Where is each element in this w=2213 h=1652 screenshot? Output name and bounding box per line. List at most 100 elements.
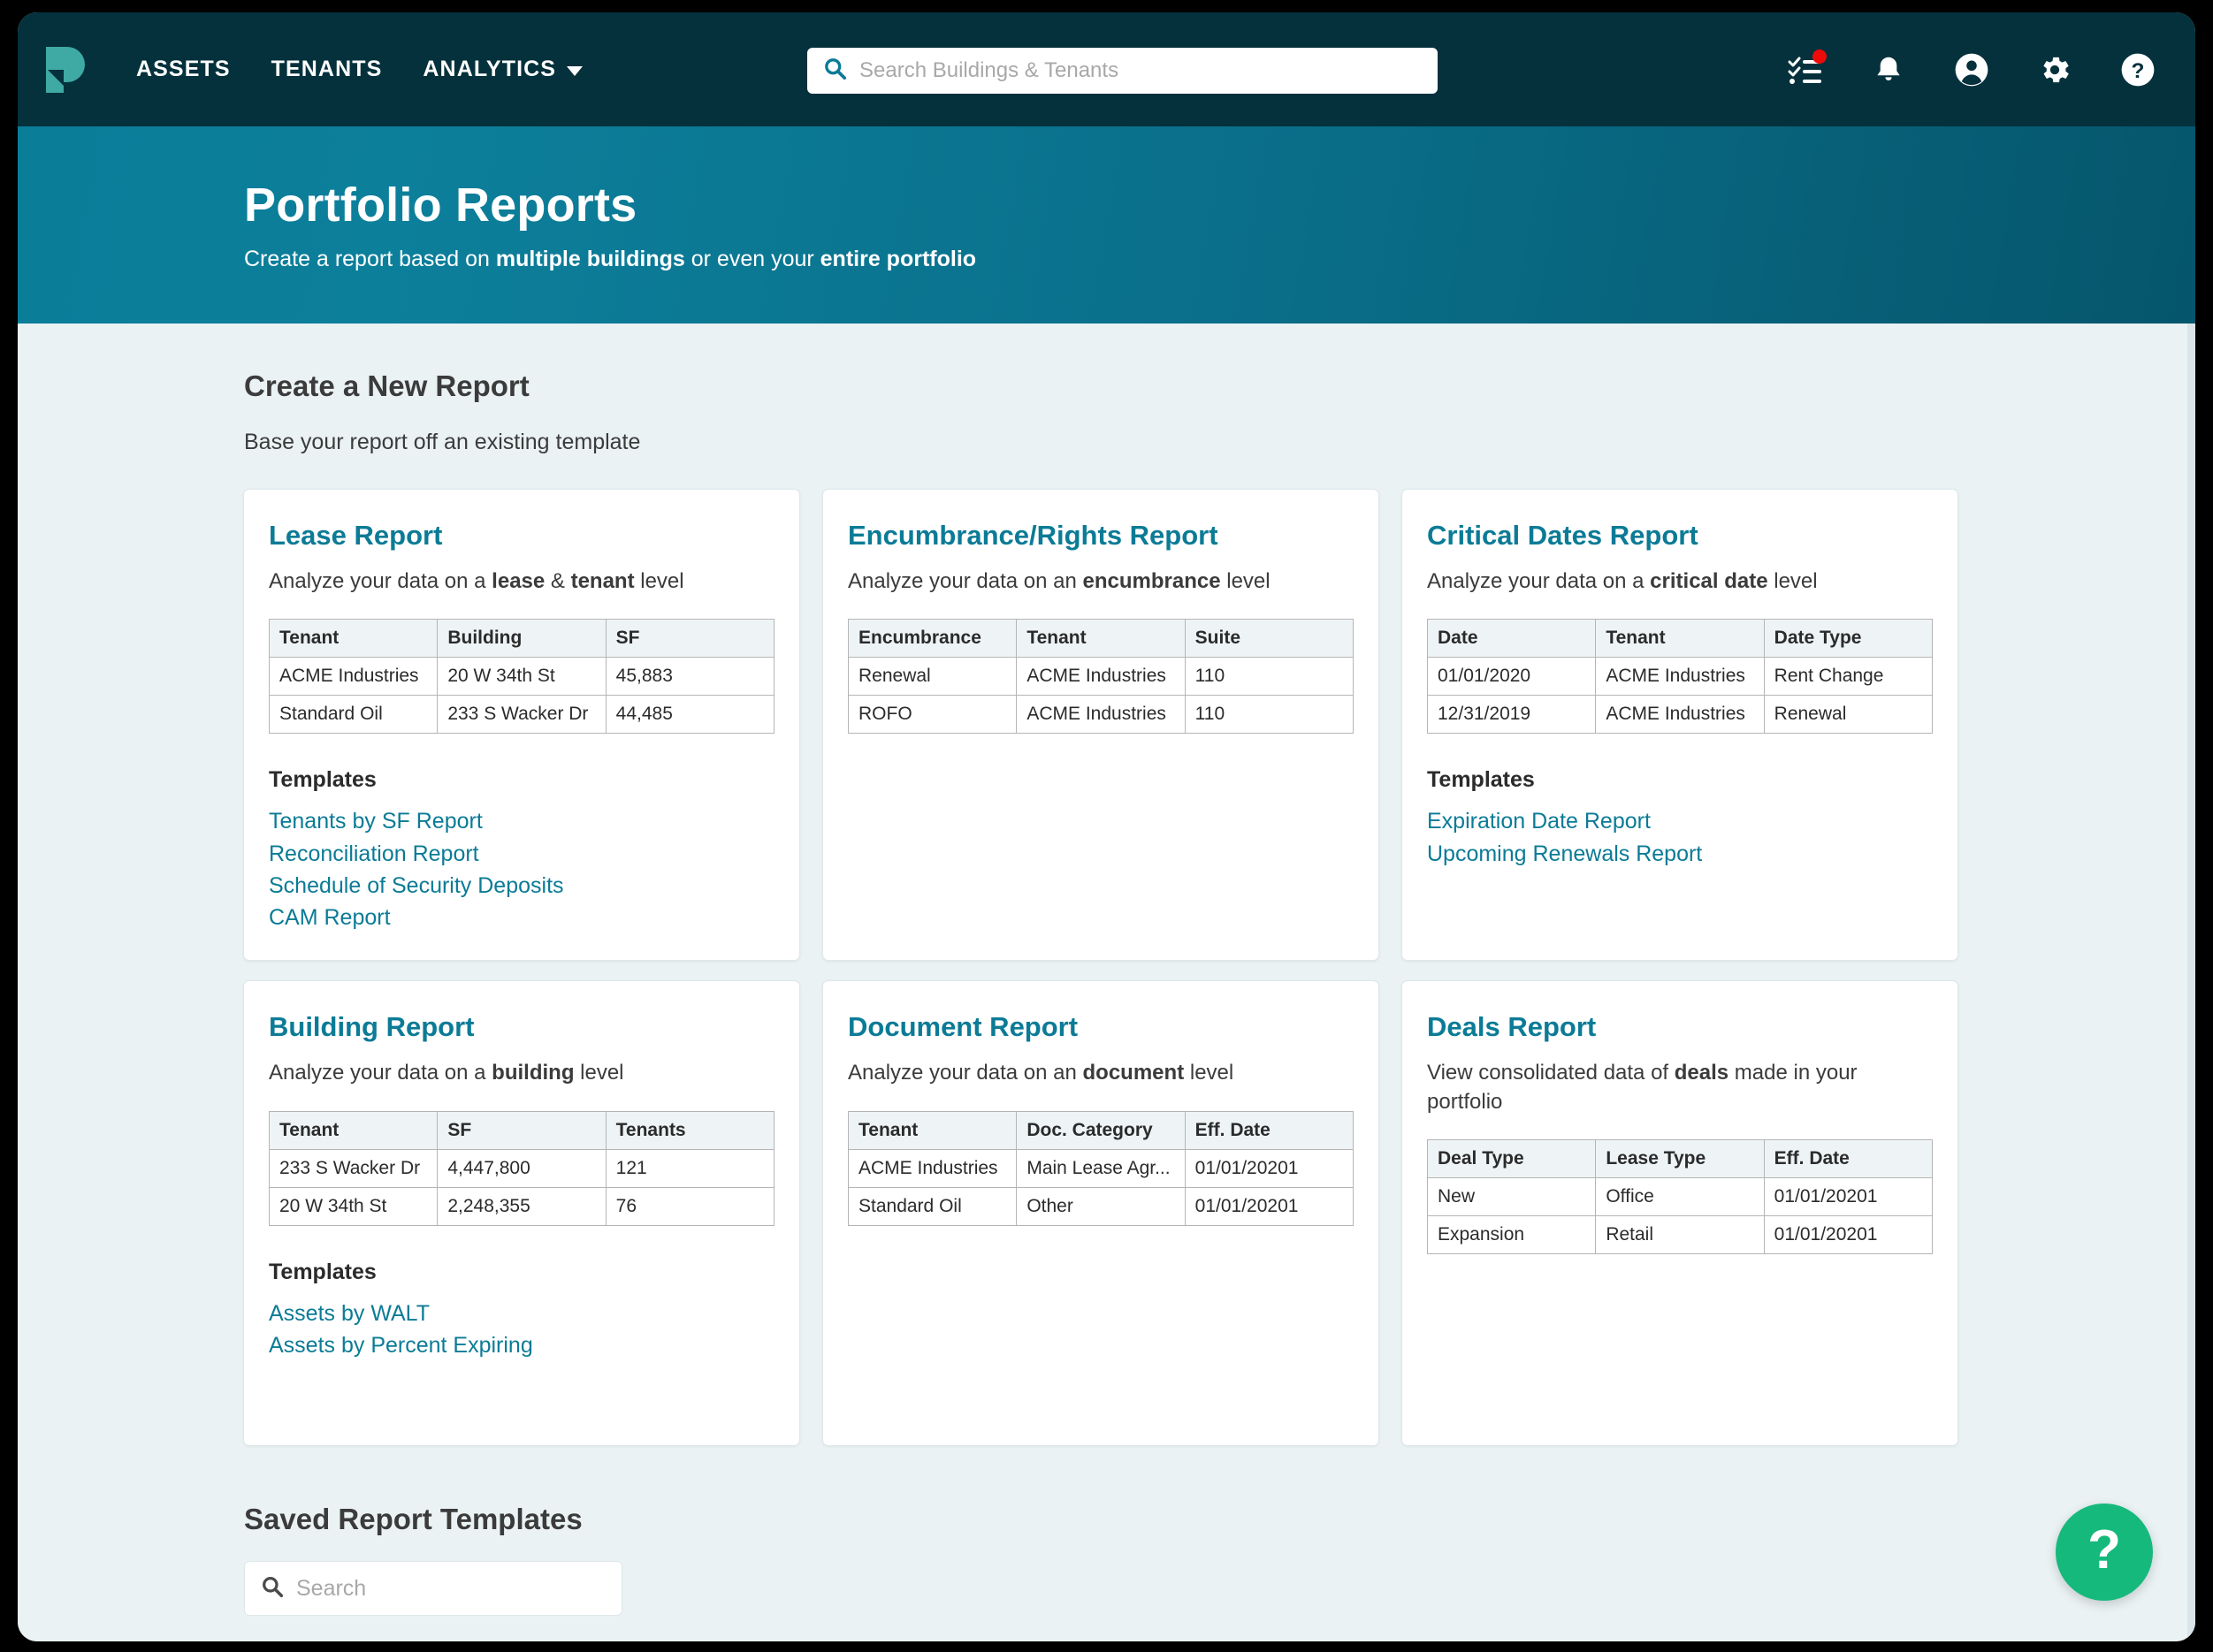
table-cell: 45,883: [606, 658, 774, 696]
table-column-header: Eff. Date: [1185, 1111, 1353, 1149]
templates-heading: Templates: [269, 767, 775, 793]
table-cell: 233 S Wacker Dr: [270, 1149, 438, 1187]
chevron-down-icon: [567, 66, 583, 76]
templates-heading: Templates: [1427, 767, 1933, 793]
nav-item-analytics-label: ANALYTICS: [423, 57, 556, 82]
table-column-header: Tenants: [606, 1111, 774, 1149]
saved-report-templates-section: Saved Report Templates: [244, 1503, 2195, 1616]
report-card-title[interactable]: Document Report: [848, 1011, 1354, 1043]
table-cell: ACME Industries: [1596, 658, 1764, 696]
nav-links: ASSETS TENANTS ANALYTICS: [136, 57, 583, 82]
table-header-row: DateTenantDate Type: [1428, 620, 1933, 658]
search-icon: [823, 57, 847, 85]
table-header-row: Deal TypeLease TypeEff. Date: [1428, 1140, 1933, 1178]
tasks-checklist-icon[interactable]: [1787, 51, 1824, 88]
report-preview-table: EncumbranceTenantSuiteRenewalACME Indust…: [848, 619, 1354, 734]
table-cell: 01/01/20201: [1185, 1149, 1353, 1187]
table-cell: Other: [1017, 1187, 1185, 1225]
help-fab-button[interactable]: ?: [2056, 1504, 2153, 1601]
table-cell: ACME Industries: [1017, 658, 1185, 696]
table-column-header: Tenant: [270, 620, 438, 658]
report-card-description: Analyze your data on a building level: [269, 1059, 775, 1087]
help-question-icon: ?: [2087, 1523, 2121, 1578]
global-search-input[interactable]: [859, 58, 1422, 83]
template-link[interactable]: Expiration Date Report: [1427, 805, 1933, 837]
create-report-section-header: Create a New Report Base your report off…: [18, 324, 2195, 455]
report-card-description: View consolidated data of deals made in …: [1427, 1059, 1933, 1116]
table-column-header: Date Type: [1764, 620, 1932, 658]
table-cell: 110: [1185, 658, 1353, 696]
table-cell: Expansion: [1428, 1216, 1596, 1254]
table-cell: 121: [606, 1149, 774, 1187]
saved-templates-search-input[interactable]: [296, 1576, 606, 1602]
table-cell: New: [1428, 1178, 1596, 1216]
table-column-header: Eff. Date: [1764, 1140, 1932, 1178]
search-icon: [261, 1575, 284, 1603]
table-cell: ROFO: [849, 696, 1017, 734]
table-cell: 20 W 34th St: [438, 658, 606, 696]
template-link[interactable]: Assets by Percent Expiring: [269, 1329, 775, 1361]
table-cell: Retail: [1596, 1216, 1764, 1254]
table-cell: 01/01/20201: [1185, 1187, 1353, 1225]
template-link[interactable]: Upcoming Renewals Report: [1427, 838, 1933, 870]
nav-item-tenants[interactable]: TENANTS: [271, 57, 383, 82]
table-row: Standard Oil233 S Wacker Dr44,485: [270, 696, 775, 734]
table-cell: ACME Industries: [1017, 696, 1185, 734]
gear-settings-icon[interactable]: [2036, 51, 2073, 88]
prophia-logo-icon[interactable]: [41, 43, 90, 96]
report-card-title[interactable]: Encumbrance/Rights Report: [848, 520, 1354, 552]
account-circle-icon[interactable]: [1953, 51, 1990, 88]
report-card: Critical Dates ReportAnalyze your data o…: [1401, 489, 1958, 961]
table-row: Standard OilOther01/01/20201: [849, 1187, 1354, 1225]
template-link[interactable]: Reconciliation Report: [269, 838, 775, 870]
table-row: ROFOACME Industries110: [849, 696, 1354, 734]
nav-item-analytics[interactable]: ANALYTICS: [423, 57, 583, 82]
report-preview-table: Deal TypeLease TypeEff. DateNewOffice01/…: [1427, 1139, 1933, 1254]
table-cell: Main Lease Agr...: [1017, 1149, 1185, 1187]
global-search-box[interactable]: [807, 48, 1438, 94]
table-row: ACME Industries20 W 34th St45,883: [270, 658, 775, 696]
page-title: Portfolio Reports: [244, 178, 2195, 232]
report-card-grid: Lease ReportAnalyze your data on a lease…: [243, 489, 1963, 1446]
table-cell: 4,447,800: [438, 1149, 606, 1187]
table-cell: 12/31/2019: [1428, 696, 1596, 734]
nav-item-assets[interactable]: ASSETS: [136, 57, 231, 82]
template-link[interactable]: CAM Report: [269, 902, 775, 933]
nav-item-assets-label: ASSETS: [136, 57, 231, 82]
page-hero-banner: Portfolio Reports Create a report based …: [18, 126, 2195, 324]
template-link[interactable]: Tenants by SF Report: [269, 805, 775, 837]
report-card-title[interactable]: Lease Report: [269, 520, 775, 552]
create-report-subtitle: Base your report off an existing templat…: [244, 430, 2195, 455]
report-card: Building Report Analyze your data on a bu…: [243, 980, 800, 1446]
global-search: [807, 48, 1438, 94]
table-header-row: TenantSFTenants: [270, 1111, 775, 1149]
template-link[interactable]: Schedule of Security Deposits: [269, 870, 775, 902]
table-cell: 233 S Wacker Dr: [438, 696, 606, 734]
table-cell: 01/01/20201: [1764, 1216, 1932, 1254]
vertical-scrollbar[interactable]: [2187, 324, 2195, 1641]
top-navigation-bar: ASSETS TENANTS ANALYTICS: [18, 12, 2195, 126]
report-card: Lease ReportAnalyze your data on a lease…: [243, 489, 800, 961]
table-column-header: Lease Type: [1596, 1140, 1764, 1178]
template-link[interactable]: Assets by WALT: [269, 1298, 775, 1329]
table-column-header: SF: [438, 1111, 606, 1149]
table-column-header: Tenant: [849, 1111, 1017, 1149]
report-card-title[interactable]: Critical Dates Report: [1427, 520, 1933, 552]
report-card-title[interactable]: Building Report: [269, 1011, 775, 1043]
table-cell: 44,485: [606, 696, 774, 734]
table-cell: Renewal: [849, 658, 1017, 696]
table-cell: 20 W 34th St: [270, 1187, 438, 1225]
table-column-header: Building: [438, 620, 606, 658]
report-preview-table: TenantBuildingSFACME Industries20 W 34th…: [269, 619, 775, 734]
report-card-title[interactable]: Deals Report: [1427, 1011, 1933, 1043]
help-circle-icon[interactable]: ?: [2119, 51, 2156, 88]
saved-templates-search-box[interactable]: [244, 1561, 622, 1616]
table-cell: Standard Oil: [270, 696, 438, 734]
table-cell: Rent Change: [1764, 658, 1932, 696]
table-cell: Office: [1596, 1178, 1764, 1216]
table-column-header: Suite: [1185, 620, 1353, 658]
table-cell: 76: [606, 1187, 774, 1225]
create-report-title: Create a New Report: [244, 369, 2195, 403]
bell-notification-icon[interactable]: [1870, 51, 1907, 88]
table-cell: 2,248,355: [438, 1187, 606, 1225]
